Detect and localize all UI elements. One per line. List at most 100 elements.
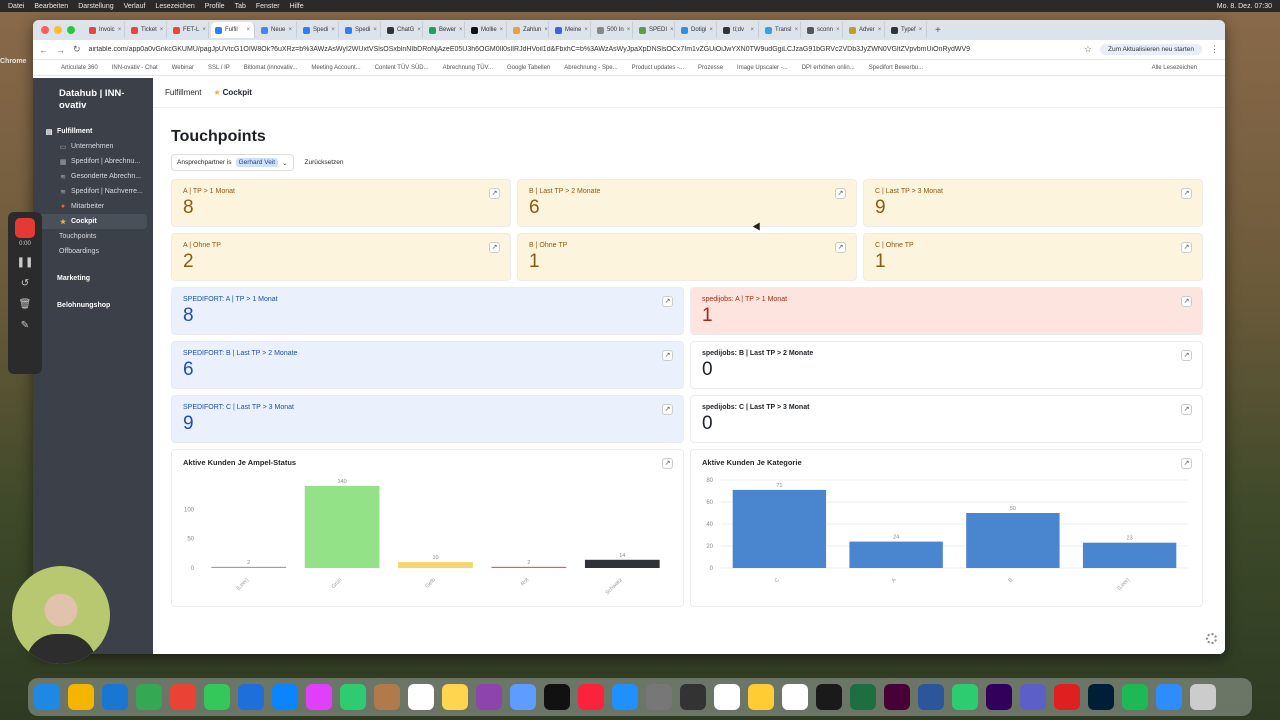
close-tab-icon[interactable]: × [794,27,798,33]
close-tab-icon[interactable]: × [202,27,206,33]
browser-tab[interactable]: Fulfil × [211,22,255,38]
close-tab-icon[interactable]: × [160,27,164,33]
close-tab-icon[interactable]: × [878,27,882,33]
expand-icon[interactable]: ↗ [835,188,846,199]
bookmark-item[interactable]: Google Tabellen [507,65,550,71]
bookmark-item[interactable]: Prozesse [698,65,723,71]
menubar-item[interactable]: Darstellung [78,3,113,10]
metric-card[interactable]: spedijobs: B | Last TP > 2 Monate 0 ↗ [690,341,1203,389]
browser-tab[interactable]: SPEDI × [635,22,675,38]
workspace-name[interactable]: Datahub | INN-ovativ [33,88,153,112]
browser-tab[interactable]: Typef × [887,22,927,38]
menubar-item[interactable]: Datei [8,3,24,10]
dock-app-icon[interactable] [680,684,706,710]
expand-icon[interactable]: ↗ [1181,242,1192,253]
reset-button[interactable]: Zurücksetzen [300,156,349,169]
menubar-item[interactable]: Hilfe [290,3,304,10]
stop-recording-button[interactable] [15,218,35,238]
browser-tab[interactable]: Meine × [551,22,591,38]
browser-tab[interactable]: Spedi × [341,22,381,38]
browser-tab[interactable]: Transl × [761,22,801,38]
sidebar-item[interactable]: Offboardings [33,244,153,259]
bookmark-item[interactable]: Bitlomat (innovativ... [244,65,298,71]
expand-icon[interactable]: ↗ [662,458,673,469]
dock-app-icon[interactable] [952,684,978,710]
sidebar-item[interactable]: ▭ Unternehmen [33,139,153,154]
close-tab-icon[interactable]: × [417,27,421,33]
metric-card[interactable]: B | Ohne TP 1 ↗ [517,233,857,281]
expand-icon[interactable]: ↗ [662,350,673,361]
dock-app-icon[interactable] [1054,684,1080,710]
bar[interactable] [1082,542,1177,568]
menubar-item[interactable]: Tab [235,3,246,10]
filter-chip[interactable]: Ansprechpartner is Gerhard Veit ⌄ [171,154,294,171]
dock-app-icon[interactable] [1156,684,1182,710]
expand-icon[interactable]: ↗ [489,188,500,199]
expand-icon[interactable]: ↗ [835,242,846,253]
bar[interactable] [849,541,943,568]
metric-card[interactable]: A | Ohne TP 2 ↗ [171,233,511,281]
back-icon[interactable]: ← [39,45,48,55]
trash-icon[interactable]: 🗑 [8,299,42,310]
metric-card[interactable]: A | TP > 1 Monat 8 ↗ [171,179,511,227]
sidebar-item[interactable]: ≋ Gesonderte Abrechn... [33,169,153,184]
restart-icon[interactable]: ↺ [8,278,42,289]
bookmark-item[interactable]: Content TÜV SÜD... [375,65,429,71]
expand-icon[interactable]: ↗ [1181,404,1192,415]
dock-app-icon[interactable] [442,684,468,710]
dock-app-icon[interactable] [34,684,60,710]
dock-app-icon[interactable] [714,684,740,710]
bookmark-item[interactable]: Image Upscaler -... [737,65,788,71]
dock-app-icon[interactable] [544,684,570,710]
dock-app-icon[interactable] [272,684,298,710]
dock-app-icon[interactable] [850,684,876,710]
dock-app-icon[interactable] [884,684,910,710]
close-tab-icon[interactable]: × [118,27,122,33]
pause-icon[interactable]: ❚❚ [8,257,42,268]
expand-icon[interactable]: ↗ [1181,350,1192,361]
metric-card[interactable]: SPEDIFORT: C | Last TP > 3 Monat 9 ↗ [171,395,684,443]
dock-app-icon[interactable] [1190,684,1216,710]
bookmark-item[interactable]: Articulate 360 [61,65,98,71]
metric-card[interactable]: spedijobs: C | Last TP > 3 Monat 0 ↗ [690,395,1203,443]
sidebar-group[interactable]: Marketing [33,271,153,286]
bar[interactable] [584,559,660,568]
dock-app-icon[interactable] [340,684,366,710]
dock-app-icon[interactable] [816,684,842,710]
browser-tab[interactable]: Bewer × [425,22,465,38]
sidebar-item[interactable]: ★ Cockpit [39,214,147,229]
bookmark-item[interactable]: Webinar [172,65,194,71]
browser-tab[interactable]: Ticket × [127,22,167,38]
minimize-window-button[interactable] [54,26,62,34]
sidebar-group[interactable]: ▤ Fulfillment [33,124,153,139]
close-tab-icon[interactable]: × [288,27,292,33]
update-button[interactable]: Zum Aktualisieren neu starten [1100,44,1202,55]
browser-tab[interactable]: Invoic × [85,22,125,38]
bookmark-item[interactable]: Spedifort Bewerbu... [869,65,923,71]
menubar-item[interactable]: Lesezeichen [155,3,194,10]
browser-tab[interactable]: Adver × [845,22,885,38]
zoom-window-button[interactable] [67,26,75,34]
dock-app-icon[interactable] [238,684,264,710]
close-tab-icon[interactable]: × [331,27,335,33]
bar[interactable] [732,489,827,568]
dock-app-icon[interactable] [102,684,128,710]
bookmark-item[interactable]: Abrechnung TÜV... [443,65,493,71]
sidebar-item[interactable]: Touchpoints [33,229,153,244]
browser-tab[interactable]: ti;dv × [719,22,759,38]
close-tab-icon[interactable]: × [544,27,548,33]
browser-tab[interactable]: FET-L × [169,22,209,38]
bar[interactable] [966,513,1060,568]
sidebar-item[interactable]: ● Mitarbeiter [33,199,153,214]
dock-app-icon[interactable] [646,684,672,710]
close-tab-icon[interactable]: × [459,27,463,33]
reload-icon[interactable]: ↻ [73,44,81,55]
dock-app-icon[interactable] [782,684,808,710]
bar[interactable] [491,566,567,568]
expand-icon[interactable]: ↗ [662,296,673,307]
url-input[interactable]: airtable.com/app0a0vGnkcGKUMU/pagJpUVtcG… [89,46,1076,53]
new-tab-icon[interactable]: + [929,25,947,36]
browser-tab[interactable]: Zahlun × [509,22,549,38]
bookmark-item[interactable]: Product updates -... [632,65,684,71]
dock-app-icon[interactable] [918,684,944,710]
